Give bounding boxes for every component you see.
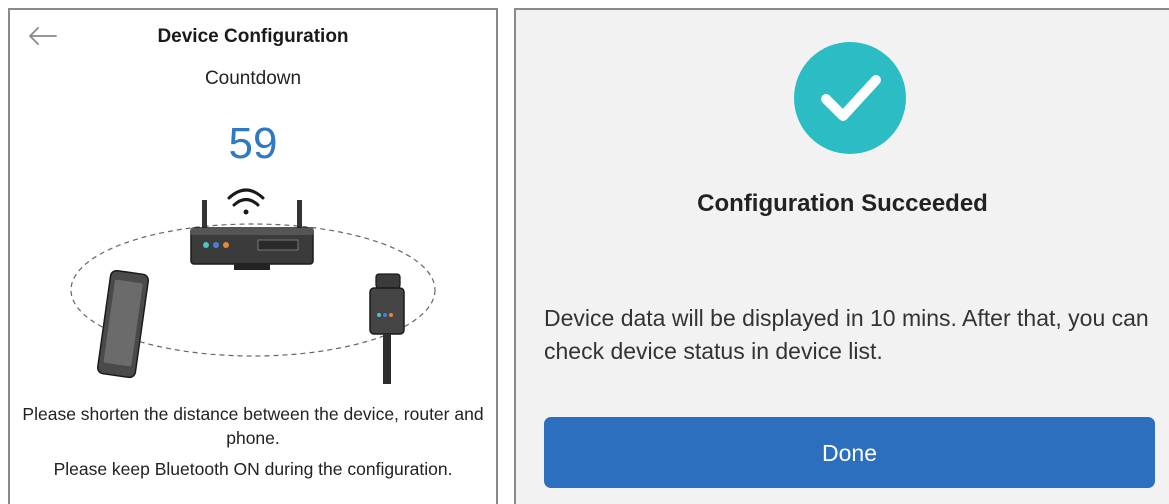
bluetooth-note: Please keep Bluetooth ON during the conf…	[53, 459, 453, 479]
success-title: Configuration Succeeded	[697, 190, 988, 217]
success-message: Device data will be displayed in 10 mins…	[544, 305, 1149, 364]
countdown-value: 59	[228, 119, 278, 168]
done-button[interactable]: Done	[544, 417, 1155, 488]
success-badge	[794, 42, 906, 154]
pairing-illustration	[70, 188, 436, 384]
countdown-label: Countdown	[204, 68, 302, 89]
configuration-success-screen: Configuration Succeeded Device data will…	[514, 8, 1169, 504]
device-dongle-icon	[369, 273, 405, 384]
distance-note: Please shorten the distance between the …	[22, 404, 484, 448]
checkmark-icon	[821, 75, 881, 121]
page-title: Device Configuration	[157, 26, 349, 47]
router-icon	[190, 200, 314, 270]
wifi-icon	[227, 188, 265, 215]
device-configuration-screen: Device Configuration Countdown 59 Please…	[8, 8, 498, 504]
phone-icon	[96, 269, 150, 379]
